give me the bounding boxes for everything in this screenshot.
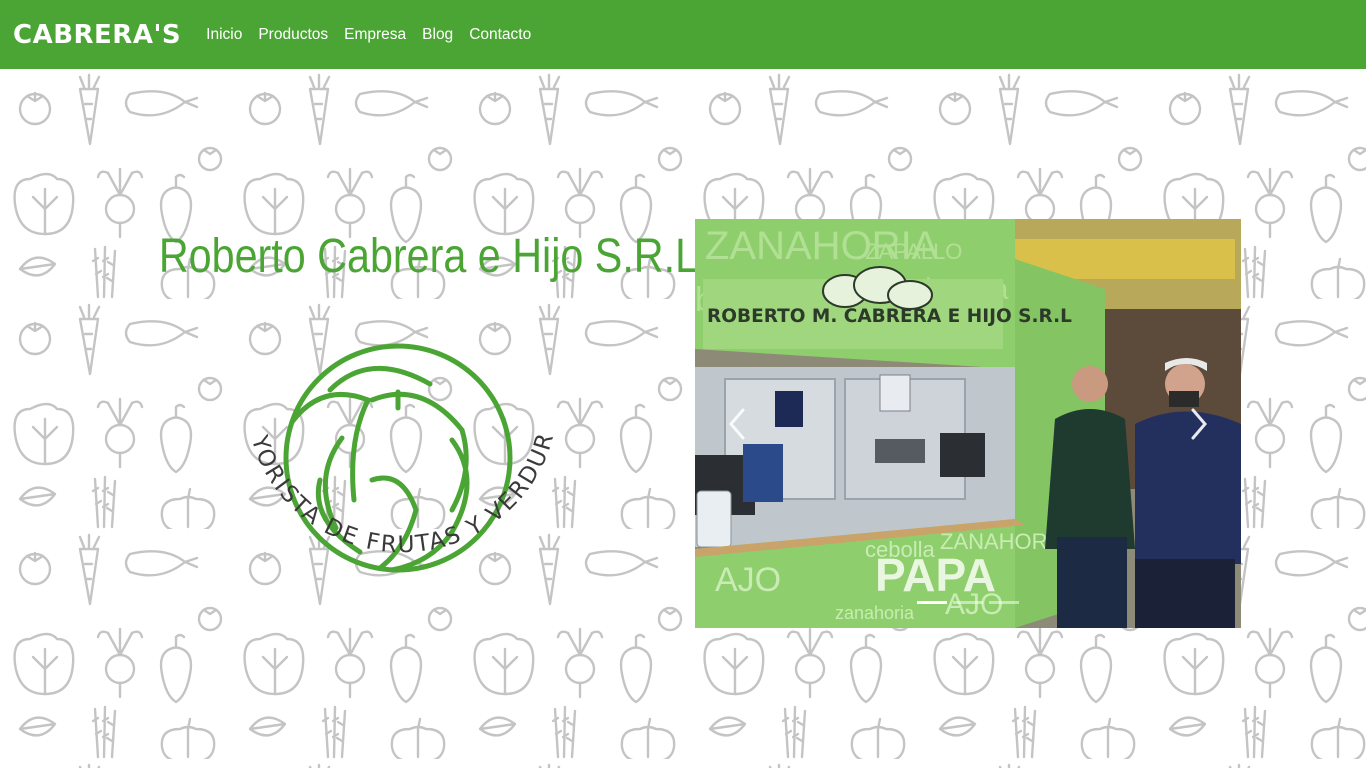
- carousel-indicators: [695, 601, 1241, 604]
- carousel-prev-button[interactable]: [723, 404, 753, 444]
- svg-text:ZAPALLO: ZAPALLO: [865, 239, 962, 264]
- nav-link-blog[interactable]: Blog: [422, 26, 453, 44]
- store-sign-text: ROBERTO M. CABRERA E HIJO S.R.L: [707, 306, 1072, 327]
- carousel-indicator-2[interactable]: [953, 601, 983, 604]
- company-logo: MAYORISTA DE FRUTAS Y VERDURAS: [211, 310, 578, 630]
- svg-text:zanahoria: zanahoria: [835, 603, 915, 623]
- nav-links: Inicio Productos Empresa Blog Contacto: [206, 26, 531, 44]
- svg-text:AJO: AJO: [715, 561, 781, 599]
- carousel-indicator-1[interactable]: [917, 601, 947, 604]
- nav-link-inicio[interactable]: Inicio: [206, 26, 242, 44]
- svg-text:cebolla: cebolla: [865, 537, 935, 562]
- brand-logo-link[interactable]: CABRERA'S: [13, 20, 181, 50]
- chevron-left-icon: [729, 408, 745, 440]
- carousel-indicator-3[interactable]: [989, 601, 1019, 604]
- nav-link-contacto[interactable]: Contacto: [469, 26, 531, 44]
- chevron-right-icon: [1191, 408, 1207, 440]
- carousel-slide-image: ZANAHORIA ZAPALLO batata batata ROBERTO …: [695, 219, 1241, 628]
- photo-carousel[interactable]: ZANAHORIA ZAPALLO batata batata ROBERTO …: [695, 219, 1241, 628]
- carousel-next-button[interactable]: [1183, 404, 1213, 444]
- svg-text:AJO: AJO: [945, 588, 1003, 621]
- nav-link-productos[interactable]: Productos: [258, 26, 328, 44]
- top-navbar: CABRERA'S Inicio Productos Empresa Blog …: [0, 0, 1366, 69]
- company-title: Roberto Cabrera e Hijo S.R.L: [158, 230, 699, 283]
- nav-link-empresa[interactable]: Empresa: [344, 26, 406, 44]
